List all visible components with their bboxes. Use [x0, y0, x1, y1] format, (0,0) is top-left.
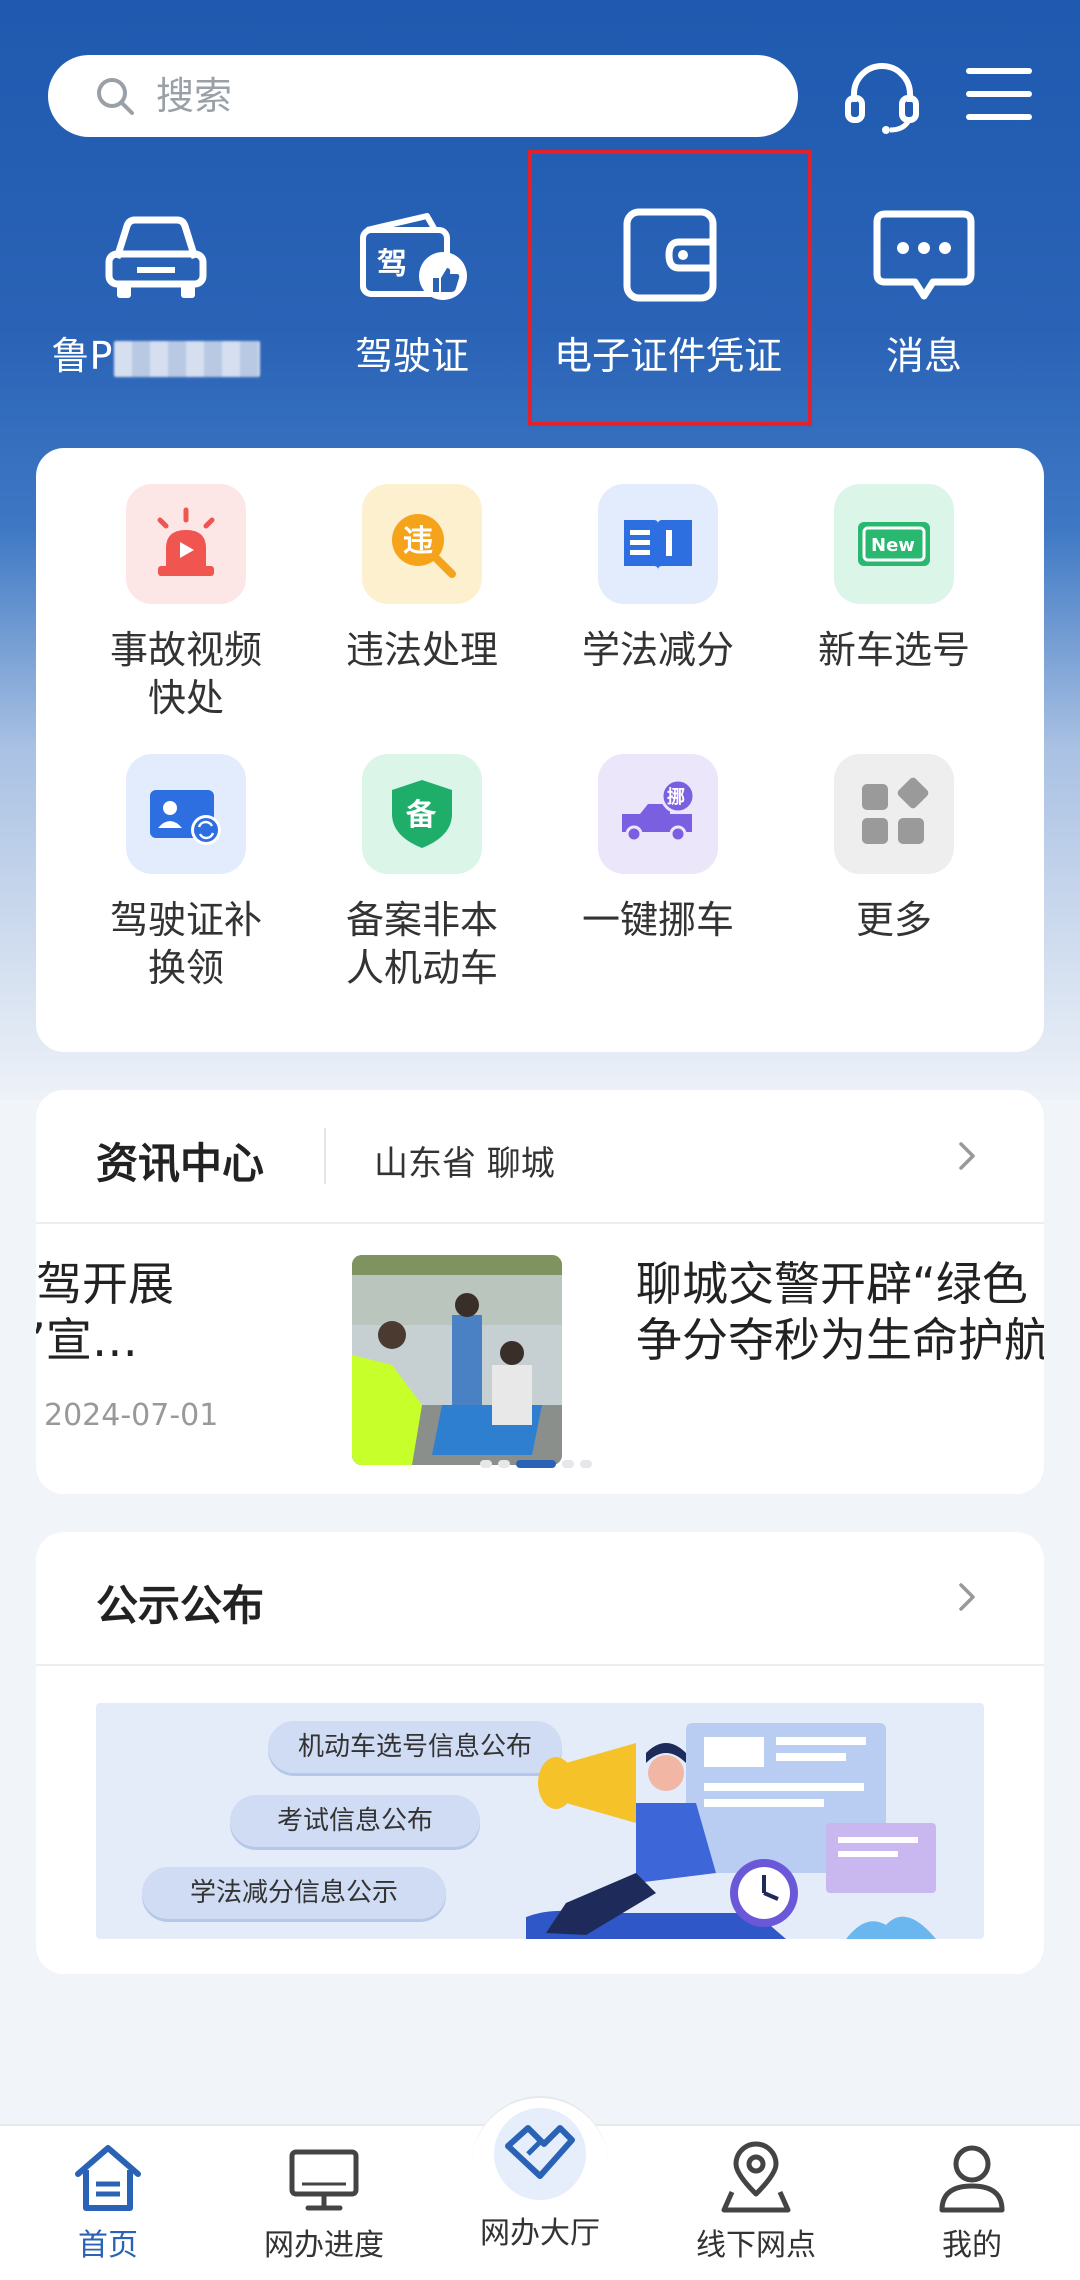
service-license-renew[interactable]: 驾驶证补换领 — [68, 754, 304, 992]
prev-news-line1: 驾开展 — [36, 1257, 174, 1311]
message-icon — [873, 210, 975, 300]
divider — [36, 1222, 1044, 1224]
nav-profile[interactable]: 我的 — [864, 2140, 1080, 2264]
notice-pill[interactable]: 学法减分信息公示 — [142, 1867, 446, 1919]
divider — [36, 1664, 1044, 1666]
service-more[interactable]: 更多 — [776, 754, 1012, 944]
megaphone-illustration — [526, 1723, 936, 1939]
search-bar[interactable]: 搜索 — [48, 55, 798, 137]
siren-icon — [157, 507, 215, 576]
nav-label: 网办进度 — [264, 2228, 384, 2263]
shield-record-icon: 备 — [392, 780, 452, 848]
nav-progress[interactable]: 网办进度 — [216, 2140, 432, 2264]
nav-label: 首页 — [78, 2228, 138, 2263]
open-book-icon — [624, 520, 692, 570]
license-renew-icon — [150, 790, 221, 845]
home-icon — [75, 2145, 141, 2211]
service-label: 备案非本人机动车 — [345, 898, 498, 990]
service-study-deduct[interactable]: 学法减分 — [540, 484, 776, 674]
svg-text:New: New — [871, 535, 915, 556]
blurred-plate — [114, 340, 261, 377]
car-icon — [105, 216, 207, 298]
driver-license-label: 驾驶证 — [354, 334, 469, 378]
svg-text:驾: 驾 — [377, 247, 407, 282]
messages-label: 消息 — [885, 334, 962, 378]
monitor-icon — [289, 2149, 359, 2211]
nav-label: 网办大厅 — [480, 2216, 600, 2251]
service-label: 更多 — [855, 898, 932, 942]
chevron-right-icon[interactable] — [952, 1582, 982, 1612]
nav-label: 线下网点 — [696, 2228, 816, 2263]
title-separator — [324, 1128, 326, 1184]
service-label: 驾驶证补换领 — [109, 898, 262, 990]
notice-section-title: 公示公布 — [96, 1581, 265, 1630]
quick-action-vehicle[interactable]: 鲁P — [28, 200, 284, 380]
violation-search-icon: 违 — [392, 514, 456, 578]
service-label: 新车选号 — [817, 628, 970, 672]
news-photo — [352, 1255, 562, 1465]
service-violation[interactable]: 违 违法处理 — [304, 484, 540, 674]
current-news-line1: 聊城交警开辟“绿色 — [636, 1257, 1028, 1311]
search-placeholder: 搜索 — [156, 74, 233, 118]
notice-pill[interactable]: 机动车选号信息公布 — [268, 1721, 562, 1773]
headset-icon[interactable] — [842, 60, 922, 134]
nav-offline-locations[interactable]: 线下网点 — [648, 2140, 864, 2264]
user-icon — [939, 2145, 1005, 2213]
svg-text:备: 备 — [406, 798, 437, 833]
service-label: 违法处理 — [345, 628, 498, 672]
notice-banner[interactable]: 机动车选号信息公布 考试信息公布 学法减分信息公示 — [96, 1703, 984, 1939]
service-move-car[interactable]: 挪 一键挪车 — [540, 754, 776, 944]
current-news-line2: 争分夺秒为生命护航 — [636, 1313, 1044, 1367]
nav-online-hall[interactable]: 网办大厅 — [432, 2108, 648, 2252]
svg-text:违: 违 — [403, 524, 433, 559]
quick-action-driver-license[interactable]: 驾 驾驶证 — [284, 200, 540, 380]
svg-text:挪: 挪 — [667, 786, 685, 808]
news-image[interactable] — [352, 1255, 562, 1465]
service-label: 一键挪车 — [581, 898, 734, 942]
service-label: 学法减分 — [581, 628, 734, 672]
service-accident-video[interactable]: 事故视频快处 — [68, 484, 304, 722]
news-section-title: 资讯中心 — [96, 1139, 265, 1188]
new-plate-icon: New — [858, 522, 930, 566]
service-new-plate[interactable]: New 新车选号 — [776, 484, 1012, 674]
handshake-icon — [505, 2125, 575, 2179]
chevron-right-icon[interactable] — [952, 1141, 982, 1171]
news-region[interactable]: 山东省 聊城 — [374, 1136, 555, 1185]
nav-label: 我的 — [942, 2228, 1002, 2263]
map-pin-icon — [721, 2141, 791, 2213]
carousel-dots — [480, 1460, 592, 1468]
quick-action-messages[interactable]: 消息 — [796, 200, 1052, 380]
prev-news-date: 2024-07-01 — [44, 1398, 219, 1433]
move-truck-icon: 挪 — [622, 778, 696, 843]
vehicle-plate-label: 鲁P — [51, 334, 113, 378]
notice-pill[interactable]: 考试信息公布 — [230, 1795, 480, 1847]
nav-home[interactable]: 首页 — [0, 2140, 216, 2264]
service-record-vehicle[interactable]: 备 备案非本人机动车 — [304, 754, 540, 992]
highlight-box — [528, 150, 812, 426]
search-icon — [97, 78, 134, 115]
service-label: 事故视频快处 — [109, 628, 262, 720]
prev-news-line2: ”宣… — [36, 1313, 138, 1367]
hamburger-menu-icon[interactable] — [966, 66, 1032, 122]
more-apps-icon — [862, 777, 929, 844]
driver-license-icon: 驾 — [360, 213, 467, 300]
